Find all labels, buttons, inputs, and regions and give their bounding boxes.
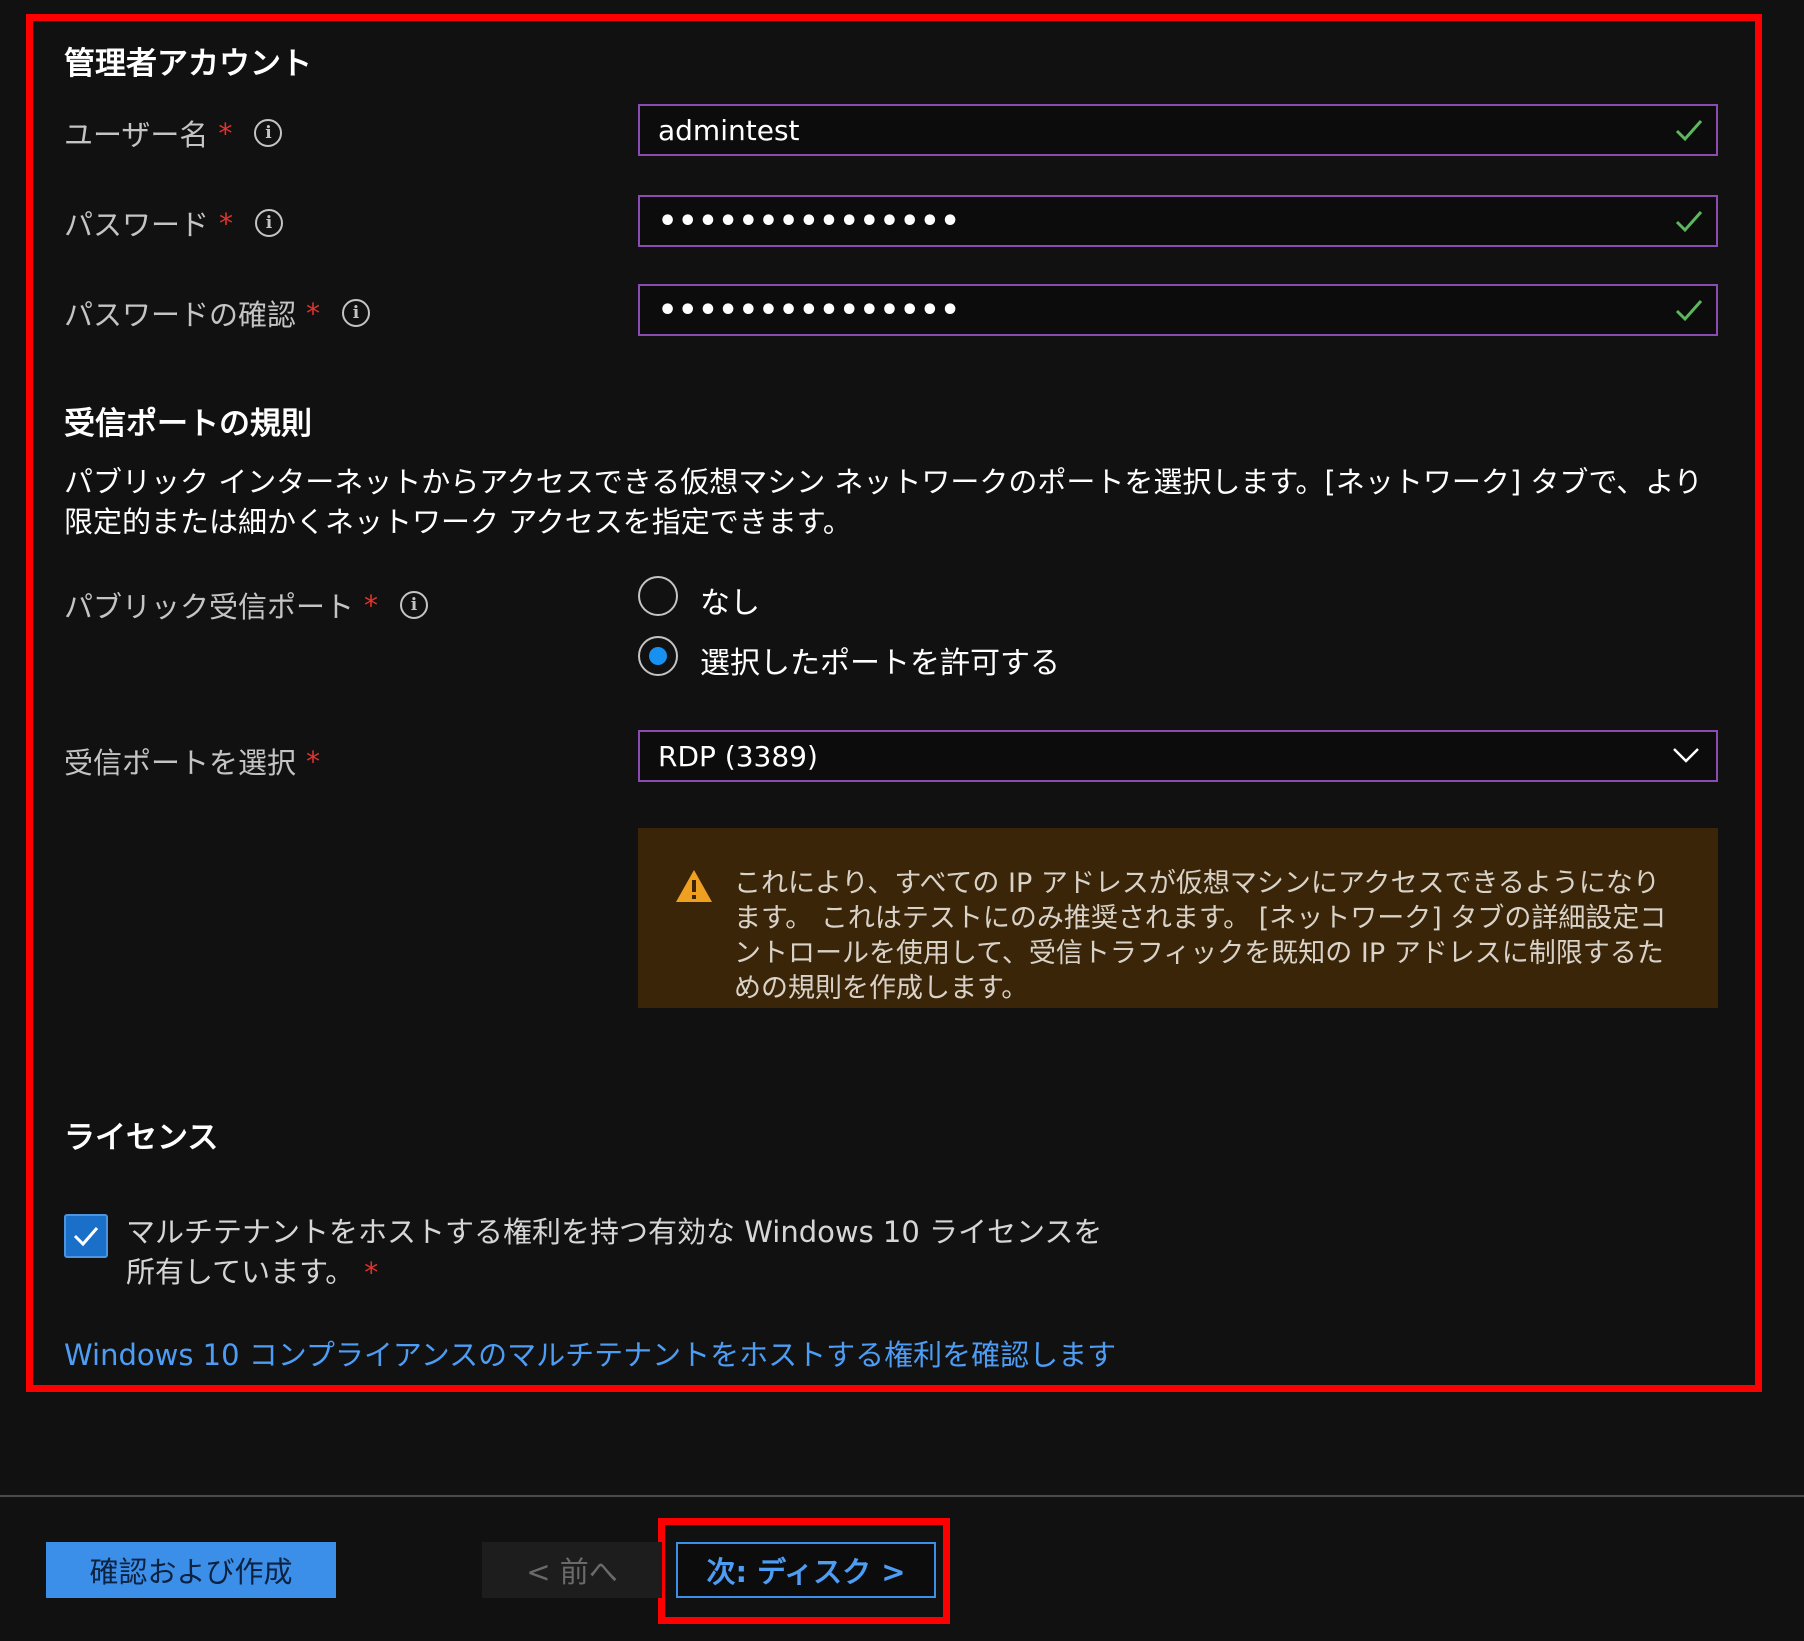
inbound-section-title: 受信ポートの規則 — [64, 406, 312, 442]
password-label: パスワード * i — [64, 202, 284, 244]
warning-banner: これにより、すべての IP アドレスが仮想マシンにアクセスできるようになります。… — [638, 828, 1718, 1008]
confirm-password-label-text: パスワードの確認 — [64, 298, 297, 332]
required-mark: * — [306, 744, 321, 778]
previous-button[interactable]: < 前へ — [482, 1542, 662, 1598]
required-mark: * — [218, 116, 233, 150]
license-checkbox-label: マルチテナントをホストする権利を持つ有効な Windows 10 ライセンスを所… — [126, 1212, 1126, 1293]
required-mark: * — [219, 206, 234, 240]
license-rights-link[interactable]: Windows 10 コンプライアンスのマルチテナントをホストする権利を確認しま… — [64, 1332, 1116, 1374]
confirm-password-value: ••••••••••••••• — [658, 292, 961, 328]
confirm-password-label: パスワードの確認 * i — [64, 292, 371, 334]
footer-divider — [0, 1495, 1804, 1497]
select-ports-label-text: 受信ポートを選択 — [64, 746, 297, 780]
warning-text: これにより、すべての IP アドレスが仮想マシンにアクセスできるようになります。… — [734, 868, 1667, 1004]
required-mark: * — [364, 588, 379, 622]
radio-none-label[interactable]: なし — [700, 578, 760, 622]
username-label-text: ユーザー名 — [64, 118, 209, 152]
password-value: ••••••••••••••• — [658, 203, 961, 239]
valid-check-icon — [1675, 211, 1703, 233]
info-icon[interactable]: i — [255, 209, 284, 237]
radio-allow-selected-ports[interactable] — [638, 636, 678, 676]
inbound-ports-select[interactable]: RDP (3389) — [638, 730, 1718, 782]
license-checkbox-text: マルチテナントをホストする権利を持つ有効な Windows 10 ライセンスを所… — [126, 1215, 1103, 1289]
warning-icon — [676, 870, 712, 902]
password-label-text: パスワード — [64, 208, 210, 242]
radio-none[interactable] — [638, 576, 678, 616]
review-create-button[interactable]: 確認および作成 — [46, 1542, 336, 1598]
public-port-label: パブリック受信ポート * i — [64, 584, 429, 626]
radio-allow-label[interactable]: 選択したポートを許可する — [700, 638, 1060, 682]
username-input[interactable]: admintest — [638, 104, 1718, 156]
select-ports-label: 受信ポートを選択 * — [64, 740, 320, 782]
admin-section-title: 管理者アカウント — [64, 46, 312, 82]
license-checkbox[interactable] — [64, 1214, 108, 1258]
confirm-password-input[interactable]: ••••••••••••••• — [638, 284, 1718, 336]
inbound-description: パブリック インターネットからアクセスできる仮想マシン ネットワークのポートを選… — [64, 465, 1703, 539]
inbound-ports-value: RDP (3389) — [658, 739, 818, 773]
required-mark: * — [364, 1256, 379, 1289]
chevron-down-icon — [1673, 748, 1699, 763]
password-input[interactable]: ••••••••••••••• — [638, 195, 1718, 247]
valid-check-icon — [1675, 300, 1703, 322]
public-port-label-text: パブリック受信ポート — [64, 590, 355, 624]
required-mark: * — [306, 296, 321, 330]
username-label: ユーザー名 * i — [64, 112, 283, 154]
valid-check-icon — [1675, 120, 1703, 142]
next-disks-button[interactable]: 次: ディスク > — [676, 1542, 936, 1598]
username-value: admintest — [658, 113, 800, 147]
info-icon[interactable]: i — [400, 591, 429, 619]
license-section-title: ライセンス — [64, 1120, 219, 1156]
info-icon[interactable]: i — [254, 119, 283, 147]
checkmark-icon — [73, 1227, 99, 1247]
info-icon[interactable]: i — [342, 299, 371, 327]
